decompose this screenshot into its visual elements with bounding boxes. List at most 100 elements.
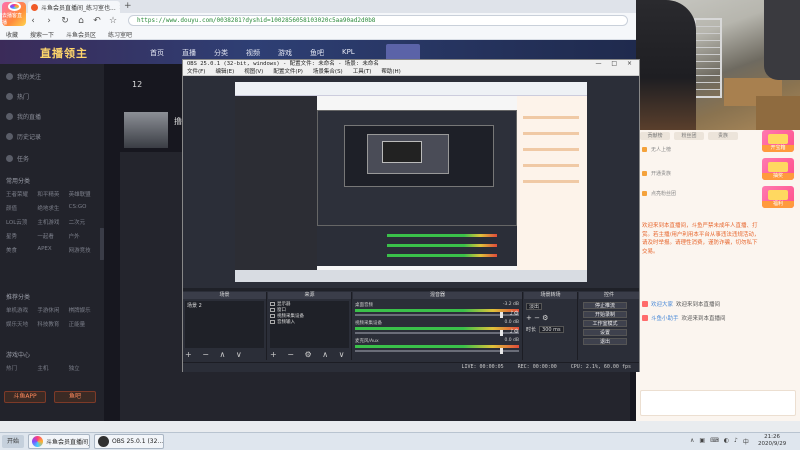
menu-item[interactable]: 场景集合(S) [313, 68, 343, 75]
visibility-eye-icon[interactable] [270, 320, 275, 324]
category-link[interactable]: 主机游戏 [37, 218, 68, 226]
volume-icon[interactable]: ♪ [734, 437, 738, 446]
dock-divider[interactable] [183, 288, 639, 291]
obs-title-bar[interactable]: OBS 25.0.1 (32-bit, windows) - 配置文件: 未命名… [183, 60, 639, 68]
category-link[interactable]: 绝地求生 [37, 204, 68, 212]
menu-item[interactable]: 视图(V) [244, 68, 263, 75]
keyboard-icon[interactable]: ⌨ [710, 437, 719, 446]
studio-mode-button[interactable]: 工作室模式 [583, 320, 627, 327]
browser-logo[interactable]: 去播客直播 [2, 2, 26, 26]
welfare-icon[interactable]: 福利 [762, 186, 794, 208]
source-item[interactable]: 音频输入 [270, 319, 349, 325]
category-link[interactable]: 和平精英 [37, 190, 68, 198]
slider-thumb[interactable] [500, 330, 503, 336]
tray-app-icon[interactable]: ▣ [699, 437, 705, 446]
category-link[interactable]: LOL云顶 [6, 218, 37, 226]
source-toolbar[interactable]: + − ⚙ ∧ ∨ [270, 350, 348, 359]
chat-username[interactable]: 斗鱼小助手 [651, 314, 679, 322]
bookmark-item[interactable]: 搜索一下 [30, 30, 54, 39]
start-button[interactable]: 开始 [2, 435, 24, 448]
ime-icon[interactable]: 中 [743, 437, 749, 446]
sidebar-item[interactable]: 我的直播 [6, 112, 41, 121]
sidebar-item[interactable]: 历史记录 [6, 132, 41, 141]
back-icon[interactable]: ‹ [28, 16, 38, 26]
category-link[interactable]: 科技教育 [37, 320, 68, 328]
undo-icon[interactable]: ↶ [92, 16, 102, 26]
category-link[interactable]: 一起看 [37, 232, 68, 240]
visibility-eye-icon[interactable] [270, 302, 275, 306]
home-icon[interactable]: ⌂ [76, 16, 86, 26]
chat-username[interactable]: 欢迎大家 [651, 300, 673, 308]
category-link[interactable]: APEX [37, 246, 68, 254]
browser-tab[interactable]: 斗鱼会员直播间_练习室也... × [28, 1, 120, 13]
volume-slider[interactable] [355, 348, 519, 354]
taskbar-app-browser[interactable]: 斗鱼会员直播间_练... [28, 434, 90, 449]
speaker-gear-icon[interactable]: ♪⚙ [510, 310, 519, 317]
tab-close-icon[interactable]: × [119, 3, 120, 11]
category-link[interactable]: 美食 [6, 246, 37, 254]
app-download-button[interactable]: 斗鱼APP [4, 391, 46, 403]
transition-select[interactable]: 淡出 [526, 303, 543, 310]
lottery-icon[interactable]: 抽奖 [762, 158, 794, 180]
category-link[interactable]: 颜值 [6, 204, 37, 212]
sidebar-item[interactable]: 我的关注 [6, 72, 41, 81]
bookmark-item[interactable]: 练习室吧 [108, 30, 132, 39]
category-link[interactable]: 星秀 [6, 232, 37, 240]
exit-button[interactable]: 退出 [583, 338, 627, 345]
menu-item[interactable]: 帮助(H) [381, 68, 400, 75]
slider-thumb[interactable] [500, 348, 503, 354]
sidebar-item[interactable]: 任务 [6, 154, 29, 163]
category-link[interactable]: 独立 [69, 364, 100, 372]
chat-tab[interactable]: 粉丝团 [674, 132, 704, 140]
rank-row[interactable]: 点亮粉丝团 [642, 190, 676, 197]
chat-tab[interactable]: 贡献榜 [640, 132, 670, 140]
category-link[interactable]: 英雄联盟 [69, 190, 100, 198]
speaker-gear-icon[interactable]: ♪⚙ [510, 328, 519, 335]
category-link[interactable]: 王者荣耀 [6, 190, 37, 198]
scene-item[interactable]: 场景 2 [185, 301, 264, 310]
menu-item[interactable]: 工具(T) [353, 68, 372, 75]
chat-input[interactable] [640, 390, 796, 416]
system-clock[interactable]: 21:26 2020/9/29 [758, 434, 786, 448]
category-link[interactable]: CS:GO [69, 204, 100, 212]
rank-row[interactable]: 开通贵族 [642, 170, 671, 177]
site-nav-item[interactable]: 游戏 [278, 48, 292, 58]
start-recording-button[interactable]: 开始录制 [583, 311, 627, 318]
favorite-star-icon[interactable]: ☆ [108, 16, 118, 26]
refresh-icon[interactable]: ↻ [60, 16, 70, 26]
site-nav-item[interactable]: 视频 [246, 48, 260, 58]
settings-button[interactable]: 设置 [583, 329, 627, 336]
category-link[interactable]: 网游竞技 [69, 246, 100, 254]
sidebar-item[interactable]: 热门 [6, 92, 29, 101]
tray-expand-icon[interactable]: ∧ [690, 437, 694, 446]
gift-box-icon[interactable]: 开宝箱 [762, 130, 794, 152]
menu-item[interactable]: 配置文件(P) [273, 68, 303, 75]
category-link[interactable]: 手游休闲 [37, 306, 68, 314]
stop-streaming-button[interactable]: 停止推流 [583, 302, 627, 309]
volume-slider[interactable] [355, 330, 519, 336]
site-nav-item[interactable]: 分类 [214, 48, 228, 58]
transition-add-remove[interactable]: + − ⚙ [526, 314, 548, 322]
menu-item[interactable]: 编辑(E) [215, 68, 234, 75]
category-link[interactable]: 二次元 [69, 218, 100, 226]
category-link[interactable]: 户外 [69, 232, 100, 240]
category-link[interactable]: 娱乐天地 [6, 320, 37, 328]
network-icon[interactable]: ◐ [724, 437, 729, 446]
bookmark-item[interactable]: 斗鱼会员区 [66, 30, 96, 39]
visibility-eye-icon[interactable] [270, 308, 275, 312]
room-thumbnail[interactable] [124, 112, 168, 148]
fish-bar-button[interactable]: 鱼吧 [54, 391, 96, 403]
volume-slider[interactable] [355, 312, 519, 318]
site-logo[interactable]: 直播领主 [40, 45, 88, 61]
category-link[interactable]: 热门 [6, 364, 37, 372]
site-nav-item[interactable]: 鱼吧 [310, 48, 324, 58]
category-link[interactable]: 主机 [37, 364, 68, 372]
scene-toolbar[interactable]: + − ∧ ∨ [185, 350, 246, 359]
site-nav-item[interactable]: KPL [342, 48, 355, 58]
category-link[interactable]: 棋牌娱乐 [69, 306, 100, 314]
obs-preview[interactable] [235, 82, 587, 282]
taskbar-app-obs[interactable]: OBS 25.0.1 (32... [94, 434, 164, 449]
category-link[interactable]: 单机游戏 [6, 306, 37, 314]
address-bar[interactable]: https://www.douyu.com/0038281?dyshid=100… [128, 15, 628, 26]
window-controls[interactable]: — □ × [595, 60, 636, 67]
